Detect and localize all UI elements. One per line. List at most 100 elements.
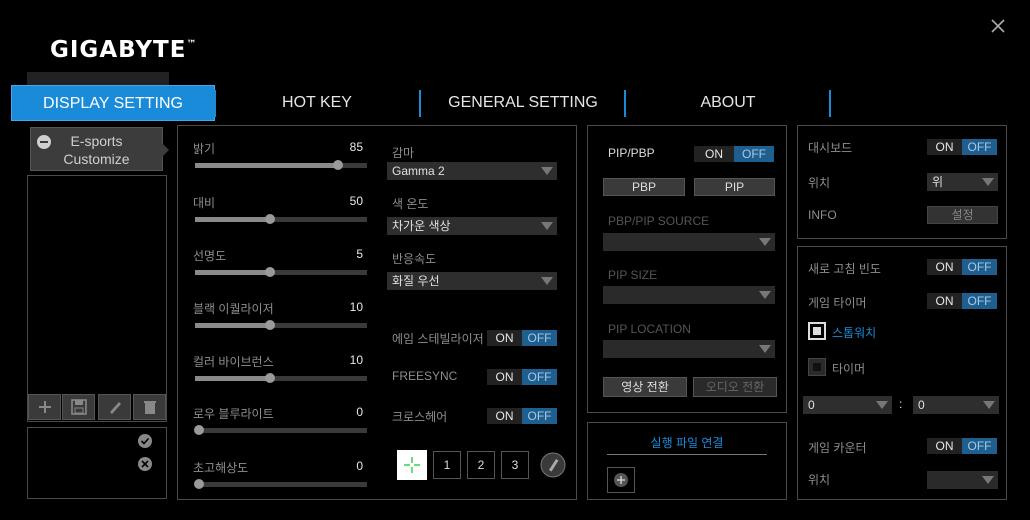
audio-switch-button[interactable]: 오디오 전환 <box>693 377 777 397</box>
slider-fill <box>195 376 270 381</box>
response-time-select[interactable]: 화질 우선 <box>387 272 557 290</box>
save-icon <box>70 399 87 415</box>
response-time-label: 반응속도 <box>392 252 437 266</box>
dashboard-position-select[interactable]: 위 <box>927 173 998 191</box>
timer-minutes-select[interactable]: 0 <box>803 396 892 414</box>
tab-general-setting[interactable]: GENERAL SETTING <box>424 85 622 121</box>
close-icon[interactable] <box>986 14 1010 38</box>
slider-value: 5 <box>356 247 363 261</box>
color-temp-select[interactable]: 차가운 색상 <box>387 217 557 235</box>
add-app-button[interactable] <box>607 467 635 493</box>
crosshair-option-2[interactable]: 2 <box>467 451 495 479</box>
dashboard-settings-button[interactable]: 설정 <box>927 206 998 224</box>
slider-value: 10 <box>349 353 363 367</box>
slider-knob[interactable] <box>194 425 204 435</box>
pip-source-select[interactable] <box>603 233 775 251</box>
plus-icon <box>38 401 51 413</box>
game-timer-toggle[interactable]: ON OFF <box>927 293 997 309</box>
freesync-toggle[interactable]: ON OFF <box>487 369 557 385</box>
slider-track[interactable] <box>195 320 367 330</box>
slider-track[interactable] <box>195 160 367 170</box>
aim-stabilizer-label: 에임 스테빌라이저 <box>392 332 484 346</box>
slider-track[interactable] <box>195 267 367 277</box>
slider-label: 초고해상도 <box>193 461 249 475</box>
slider-knob[interactable] <box>265 320 275 330</box>
game-counter-toggle[interactable]: ON OFF <box>927 438 997 454</box>
chevron-down-icon <box>876 401 888 409</box>
pbp-button[interactable]: PBP <box>603 178 685 196</box>
pencil-icon <box>109 402 121 414</box>
crosshair-option-3[interactable]: 3 <box>501 451 529 479</box>
slider-label: 블랙 이퀄라이저 <box>193 302 274 316</box>
pip-size-select[interactable] <box>603 286 775 304</box>
slider-knob[interactable] <box>265 373 275 383</box>
stopwatch-radio[interactable] <box>808 322 826 340</box>
gamma-label: 감마 <box>392 146 415 160</box>
slider-value: 85 <box>349 140 363 154</box>
game-timer-label: 게임 타이머 <box>808 296 867 310</box>
timer-radio[interactable] <box>808 358 826 376</box>
slider-track[interactable] <box>195 214 367 224</box>
logo-underline <box>27 72 169 86</box>
chevron-down-icon <box>982 178 994 186</box>
game-counter-label: 게임 카운터 <box>808 441 867 455</box>
cancel-icon[interactable] <box>138 457 152 474</box>
tab-divider <box>419 90 421 117</box>
slider-value: 50 <box>349 194 363 208</box>
app-link-label[interactable]: 실행 파일 연결 <box>607 434 767 451</box>
video-switch-button[interactable]: 영상 전환 <box>603 377 687 397</box>
aim-stabilizer-toggle[interactable]: ON OFF <box>487 330 557 346</box>
tab-divider <box>829 90 831 117</box>
slider-knob[interactable] <box>194 479 204 489</box>
slider-value: 0 <box>356 405 363 419</box>
slider-track[interactable] <box>195 373 367 383</box>
minus-circle-icon <box>37 135 51 149</box>
slider-label: 선명도 <box>193 249 227 263</box>
crosshair-label: 크로스헤어 <box>392 410 448 424</box>
freesync-label: FREESYNC <box>392 369 458 383</box>
slider-label: 컬러 바이브런스 <box>193 355 274 369</box>
crosshair-toggle[interactable]: ON OFF <box>487 408 557 424</box>
counter-position-select[interactable] <box>927 471 998 489</box>
profile-button[interactable]: E-sports Customize <box>30 127 169 171</box>
tab-hot-key[interactable]: HOT KEY <box>222 85 412 121</box>
chevron-down-icon <box>759 291 771 299</box>
crosshair-preview[interactable] <box>397 450 427 480</box>
slider-knob[interactable] <box>333 160 343 170</box>
timer-seconds-select[interactable]: 0 <box>913 396 999 414</box>
slider-track[interactable] <box>194 425 367 435</box>
check-icon[interactable] <box>138 434 152 451</box>
refresh-rate-toggle[interactable]: ON OFF <box>927 259 997 275</box>
app-link-divider <box>607 454 767 455</box>
stopwatch-label[interactable]: 스톱워치 <box>832 324 876 341</box>
confirm-panel <box>27 427 167 499</box>
save-profile-button[interactable] <box>62 394 95 420</box>
edit-profile-button[interactable] <box>98 394 131 420</box>
profile-list[interactable] <box>27 175 167 422</box>
slider-label: 밝기 <box>193 142 216 156</box>
pip-toggle[interactable]: ON OFF <box>694 146 774 162</box>
slider-track[interactable] <box>194 479 367 489</box>
chevron-down-icon <box>759 345 771 353</box>
pip-location-select[interactable] <box>603 340 775 358</box>
delete-profile-button[interactable] <box>133 394 166 420</box>
dashboard-toggle[interactable]: ON OFF <box>927 139 997 155</box>
pip-button[interactable]: PIP <box>694 178 775 196</box>
timer-colon: : <box>899 397 903 411</box>
slider-knob[interactable] <box>265 214 275 224</box>
slider-fill <box>195 163 338 168</box>
tab-display-setting[interactable]: DISPLAY SETTING <box>11 85 215 121</box>
crosshair-option-1[interactable]: 1 <box>433 451 461 479</box>
add-profile-button[interactable] <box>28 394 61 420</box>
game-panel <box>797 246 1007 500</box>
trash-icon <box>143 401 156 414</box>
gamma-select[interactable]: Gamma 2 <box>387 162 557 180</box>
edit-crosshair-icon[interactable] <box>540 452 566 481</box>
tab-about[interactable]: ABOUT <box>630 85 826 121</box>
timer-label: 타이머 <box>832 362 866 376</box>
slider-knob[interactable] <box>265 267 275 277</box>
slider-fill <box>195 323 270 328</box>
pip-size-label: PIP SIZE <box>608 268 658 282</box>
dashboard-info-label: INFO <box>808 208 837 222</box>
chevron-down-icon <box>983 401 995 409</box>
